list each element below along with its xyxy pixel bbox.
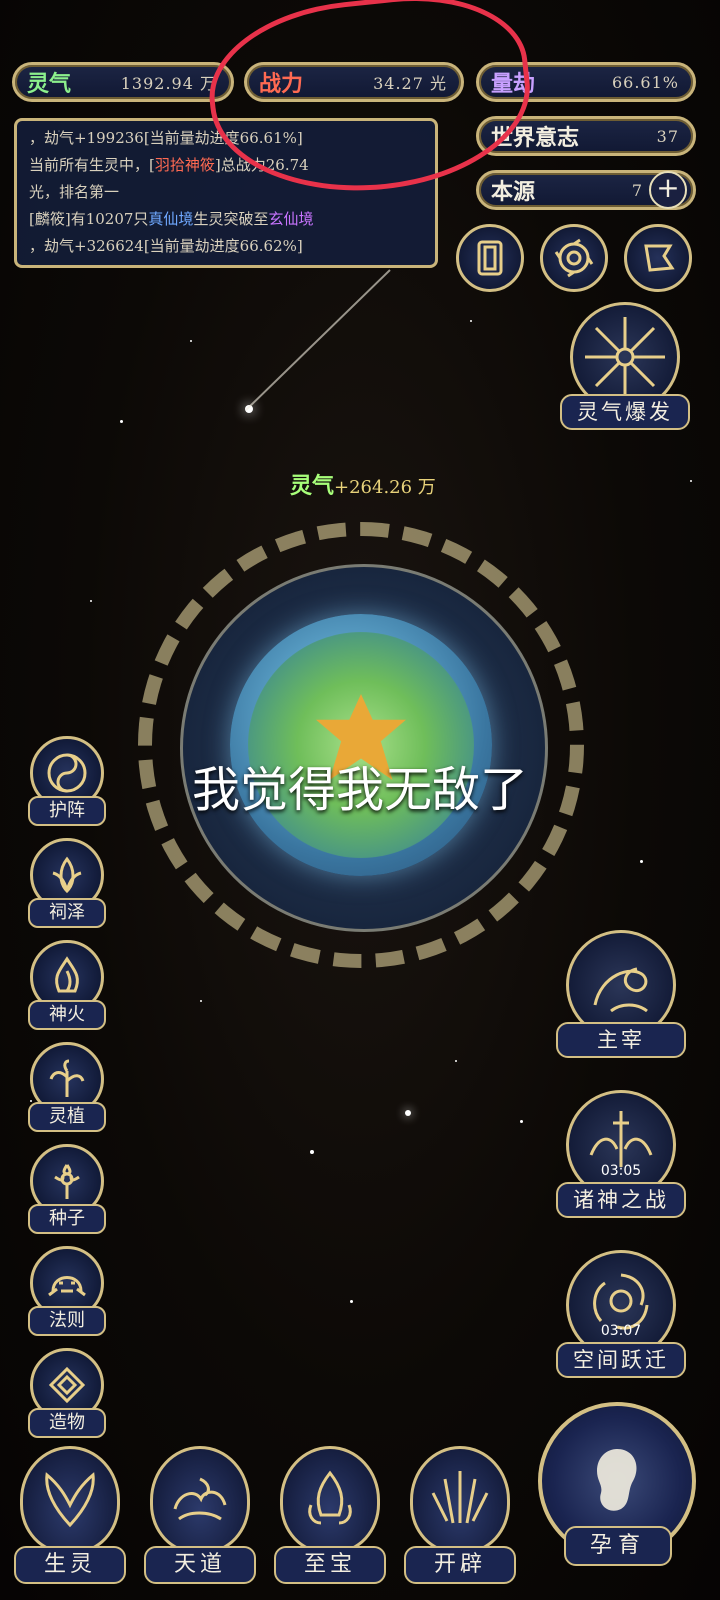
zhushen-timer: 03:05 bbox=[600, 1163, 642, 1179]
zhushen-button[interactable]: 03:05 诸神之战 bbox=[556, 1090, 686, 1220]
kongjian-timer: 03:07 bbox=[600, 1323, 642, 1339]
starburst-icon bbox=[585, 317, 665, 397]
left-btn-label: 造物 bbox=[28, 1408, 106, 1438]
lingqi-value: 1392.94 万 bbox=[120, 74, 217, 93]
log-line: 光，排名第一 bbox=[29, 183, 120, 201]
bottom-btn-label: 生灵 bbox=[14, 1546, 126, 1584]
flag-icon bbox=[644, 244, 675, 272]
phoenix-icon bbox=[20, 1446, 120, 1554]
liangjie-stat[interactable]: 量劫 66.61% bbox=[476, 62, 696, 102]
left-btn-label: 灵植 bbox=[28, 1102, 106, 1132]
benyuan-label: 本源 bbox=[491, 180, 536, 205]
zhanli-value: 34.27 光 bbox=[373, 74, 447, 93]
zhuzai-button[interactable]: 主宰 bbox=[556, 930, 686, 1060]
left-btn-label: 法则 bbox=[28, 1306, 106, 1336]
left-btn-shenhuo[interactable]: 神火 bbox=[24, 940, 110, 1036]
bottom-btn-label: 开辟 bbox=[404, 1546, 516, 1584]
bottom-btn-zhibao[interactable]: 至宝 bbox=[270, 1446, 390, 1592]
yunyu-label: 孕育 bbox=[564, 1526, 672, 1566]
left-btn-label: 种子 bbox=[28, 1204, 106, 1234]
left-btn-cize[interactable]: 祠泽 bbox=[24, 838, 110, 934]
scroll-icon bbox=[477, 240, 503, 276]
flag-button[interactable] bbox=[624, 224, 692, 292]
benyuan-plus-button[interactable]: + bbox=[649, 171, 687, 209]
shijie-label: 世界意志 bbox=[491, 126, 580, 151]
bottom-btn-label: 天道 bbox=[144, 1546, 256, 1584]
lingqi-label: 灵气 bbox=[27, 72, 72, 97]
left-btn-label: 祠泽 bbox=[28, 898, 106, 928]
lingqi-burst-button[interactable]: 灵气爆发 bbox=[560, 302, 690, 432]
left-btn-zhongzi[interactable]: 种子 bbox=[24, 1144, 110, 1240]
left-btn-zaowu[interactable]: 造物 bbox=[24, 1348, 110, 1444]
world-planet[interactable] bbox=[138, 522, 584, 968]
treasure-flame-icon bbox=[280, 1446, 380, 1554]
left-btn-label: 护阵 bbox=[28, 796, 106, 826]
liangjie-value: 66.61% bbox=[611, 72, 679, 92]
log-line: [麟筱]有10207只真仙境生灵突破至玄仙境 bbox=[29, 210, 314, 228]
shijie-value: 37 bbox=[656, 126, 679, 146]
kongjian-label: 空间跃迁 bbox=[556, 1342, 686, 1378]
benyuan-stat[interactable]: 本源 7 + bbox=[476, 170, 696, 210]
lingqi-stat[interactable]: 灵气 1392.94 万 bbox=[12, 62, 234, 102]
burst-label: 灵气爆发 bbox=[560, 394, 690, 430]
event-log[interactable]: ，劫气+199236[当前量劫进度66.61%] 当前所有生灵中，[羽拾神筱]总… bbox=[14, 118, 438, 268]
lingqi-gain-float: 灵气+264.26 万 bbox=[290, 474, 436, 499]
zhanli-label: 战力 bbox=[259, 72, 304, 97]
shijie-stat[interactable]: 世界意志 37 bbox=[476, 116, 696, 156]
radiant-crown-icon bbox=[410, 1446, 510, 1554]
log-line: ，劫气+199236[当前量劫进度66.61%] bbox=[29, 129, 303, 147]
scroll-button[interactable] bbox=[456, 224, 524, 292]
bottom-btn-tiandao[interactable]: 天道 bbox=[140, 1446, 260, 1592]
yunyu-button[interactable]: 孕育 bbox=[538, 1402, 698, 1592]
swirl-button[interactable] bbox=[540, 224, 608, 292]
left-btn-lingzhi[interactable]: 灵植 bbox=[24, 1042, 110, 1138]
zhanli-stat[interactable]: 战力 34.27 光 bbox=[244, 62, 464, 102]
bottom-btn-shengling[interactable]: 生灵 bbox=[10, 1446, 130, 1592]
zhushen-label: 诸神之战 bbox=[556, 1182, 686, 1218]
swirl-icon bbox=[554, 238, 594, 278]
zhuzai-label: 主宰 bbox=[556, 1022, 686, 1058]
kongjian-button[interactable]: 03:07 空间跃迁 bbox=[556, 1250, 686, 1380]
bottom-btn-label: 至宝 bbox=[274, 1546, 386, 1584]
log-line: ，劫气+326624[当前量劫进度66.62%] bbox=[29, 237, 303, 255]
bottom-btn-kaipi[interactable]: 开辟 bbox=[400, 1446, 520, 1592]
left-btn-huzhen[interactable]: 护阵 bbox=[24, 736, 110, 832]
liangjie-label: 量劫 bbox=[491, 72, 536, 97]
benyuan-value: 7 bbox=[631, 180, 643, 200]
left-btn-label: 神火 bbox=[28, 1000, 106, 1030]
left-btn-faze[interactable]: 法则 bbox=[24, 1246, 110, 1342]
meteor-streak bbox=[245, 269, 391, 411]
log-line: 当前所有生灵中，[羽拾神筱]总战力26.74 bbox=[29, 156, 309, 174]
cloud-wave-icon bbox=[150, 1446, 250, 1554]
